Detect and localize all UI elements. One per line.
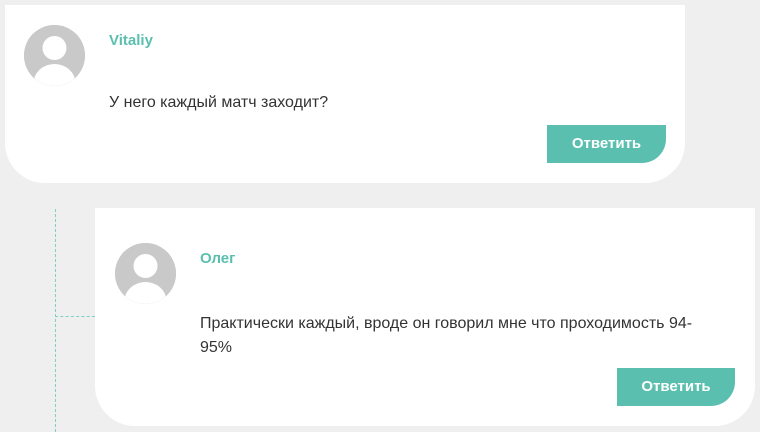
reply-thread-connector bbox=[55, 316, 95, 317]
reply-button[interactable]: Ответить bbox=[547, 125, 666, 163]
reply-button[interactable]: Ответить bbox=[617, 368, 735, 406]
reply-thread-line bbox=[55, 209, 56, 432]
comments-page: { "comments": [ { "author": "Vitaliy", "… bbox=[0, 0, 760, 432]
comment-card: Vitaliy У него каждый матч заходит? Отве… bbox=[5, 5, 685, 183]
comment-text: У него каждый матч заходит? bbox=[109, 94, 329, 111]
default-user-avatar-icon bbox=[115, 243, 176, 304]
reply-comment-card: Олег Практически каждый, вроде он говори… bbox=[95, 208, 755, 426]
default-user-avatar-icon bbox=[24, 25, 85, 86]
comment-author[interactable]: Vitaliy bbox=[109, 32, 153, 49]
comment-text: Практически каждый, вроде он говорил мне… bbox=[200, 315, 693, 356]
comment-author[interactable]: Олег bbox=[200, 250, 235, 267]
